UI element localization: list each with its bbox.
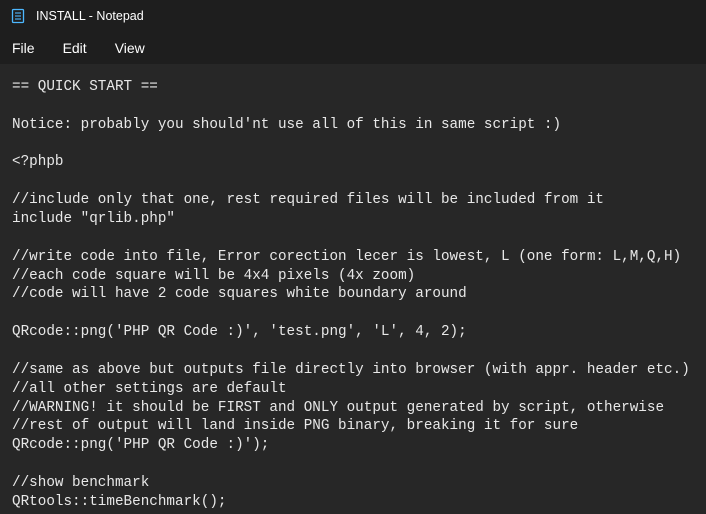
document-content: == QUICK START == Notice: probably you s… [12,78,700,512]
menu-view[interactable]: View [101,36,159,60]
text-editor-area[interactable]: == QUICK START == Notice: probably you s… [0,64,706,514]
titlebar: INSTALL - Notepad [0,0,706,32]
menu-file[interactable]: File [4,36,49,60]
window-title: INSTALL - Notepad [36,9,144,23]
menu-edit[interactable]: Edit [49,36,101,60]
notepad-app-icon [10,8,26,24]
menubar: File Edit View [0,32,706,64]
